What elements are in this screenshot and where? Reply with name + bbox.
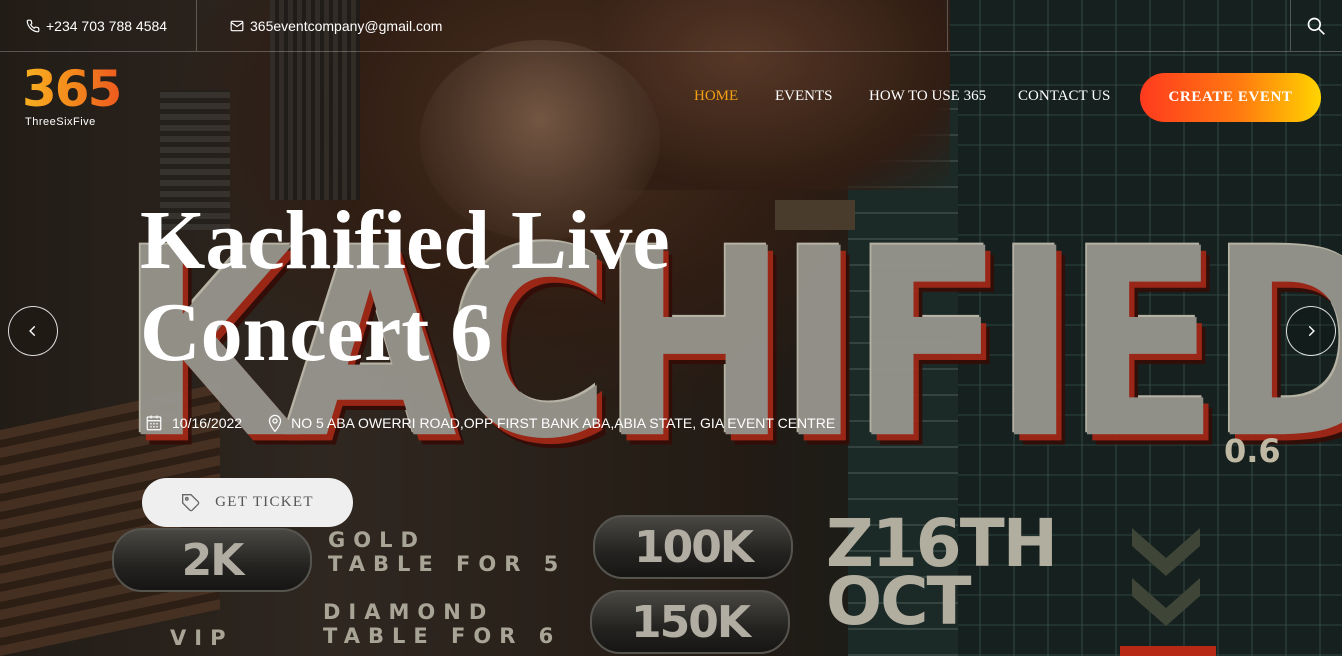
nav-item-home[interactable]: HOME xyxy=(694,88,738,105)
logo-number: 365 xyxy=(22,60,122,118)
slider-next-button[interactable] xyxy=(1286,306,1336,356)
contact-phone[interactable]: +234 703 788 4584 xyxy=(26,0,167,51)
contact-email[interactable]: 365eventcompany@gmail.com xyxy=(230,0,442,51)
nav-item-events[interactable]: EVENTS xyxy=(775,88,833,105)
chevron-right-icon xyxy=(1308,325,1315,337)
search-button[interactable] xyxy=(1306,16,1326,36)
search-icon xyxy=(1307,17,1325,35)
event-date: 10/16/2022 xyxy=(145,414,242,432)
contact-phone-text: +234 703 788 4584 xyxy=(46,17,168,34)
nav-item-how-to-use[interactable]: HOW TO USE 365 xyxy=(869,88,986,105)
mail-icon xyxy=(230,20,244,32)
get-ticket-button[interactable]: GET TICKET xyxy=(142,478,353,527)
site-logo[interactable]: 365 ThreeSixFive xyxy=(22,60,122,128)
top-contact-bar: +234 703 788 4584 365eventcompany@gmail.… xyxy=(0,0,1342,52)
nav-item-contact[interactable]: CONTACT US xyxy=(1018,88,1110,105)
event-location-text: NO 5 ABA OWERRI ROAD,OPP FIRST BANK ABA,… xyxy=(291,415,836,431)
topbar-divider xyxy=(1290,0,1291,51)
contact-email-text: 365eventcompany@gmail.com xyxy=(250,17,443,34)
event-date-text: 10/16/2022 xyxy=(172,415,243,431)
map-pin-icon xyxy=(268,414,282,432)
phone-icon xyxy=(26,19,40,33)
slider-prev-button[interactable] xyxy=(8,306,58,356)
chevron-left-icon xyxy=(29,325,36,337)
calendar-icon xyxy=(145,414,163,432)
tag-icon xyxy=(181,493,201,513)
create-event-button[interactable]: CREATE EVENT xyxy=(1140,73,1321,122)
topbar-divider xyxy=(947,0,948,51)
event-location: NO 5 ABA OWERRI ROAD,OPP FIRST BANK ABA,… xyxy=(268,414,835,432)
event-meta: 10/16/2022 NO 5 ABA OWERRI ROAD,OPP FIRS… xyxy=(145,414,835,432)
event-title: Kachified Live Concert 6 xyxy=(140,194,670,379)
get-ticket-label: GET TICKET xyxy=(215,494,314,510)
topbar-divider xyxy=(196,0,197,51)
